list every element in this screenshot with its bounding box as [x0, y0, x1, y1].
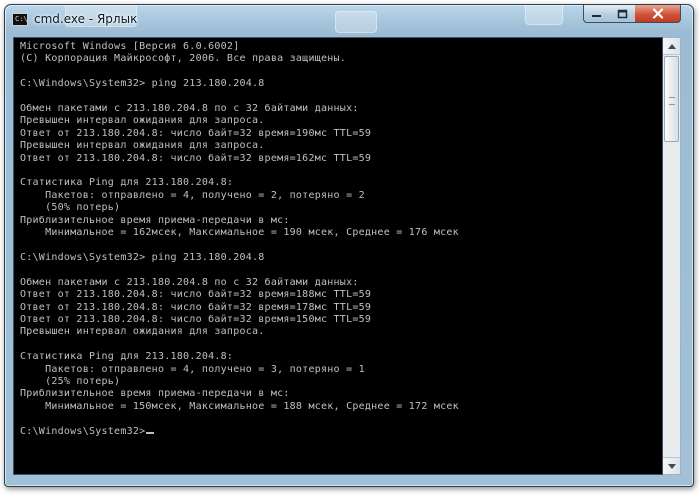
scroll-down-button[interactable] [663, 457, 680, 474]
title-bar[interactable]: C:\ cmd.exe - Ярлык [5, 5, 693, 37]
arrow-up-icon [667, 43, 676, 49]
command-prompt: C:\Windows\System32> [20, 425, 146, 437]
close-button[interactable] [635, 5, 681, 23]
console-output[interactable]: Microsoft Windows [Версия 6.0.6002] (С) … [13, 37, 663, 475]
minimize-icon [592, 14, 601, 17]
vertical-scrollbar[interactable] [663, 37, 681, 475]
thumb-grip [669, 97, 675, 105]
minimize-button[interactable] [583, 5, 610, 23]
scrollbar-thumb[interactable] [664, 56, 679, 142]
console-text: Microsoft Windows [Версия 6.0.6002] (С) … [14, 38, 662, 438]
close-icon [652, 8, 663, 19]
console-lines: Microsoft Windows [Версия 6.0.6002] (С) … [20, 41, 459, 412]
app-icon-label: C:\ [15, 15, 28, 23]
cmd-window: C:\ cmd.exe - Ярлык Microsoft Windows [В… [4, 4, 694, 487]
arrow-down-icon [667, 463, 676, 469]
text-cursor [146, 431, 155, 434]
cmd-icon[interactable]: C:\ [12, 13, 28, 26]
window-title: cmd.exe - Ярлык [34, 12, 138, 26]
scroll-up-button[interactable] [663, 38, 680, 55]
maximize-button[interactable] [609, 5, 636, 23]
maximize-icon [617, 9, 627, 18]
